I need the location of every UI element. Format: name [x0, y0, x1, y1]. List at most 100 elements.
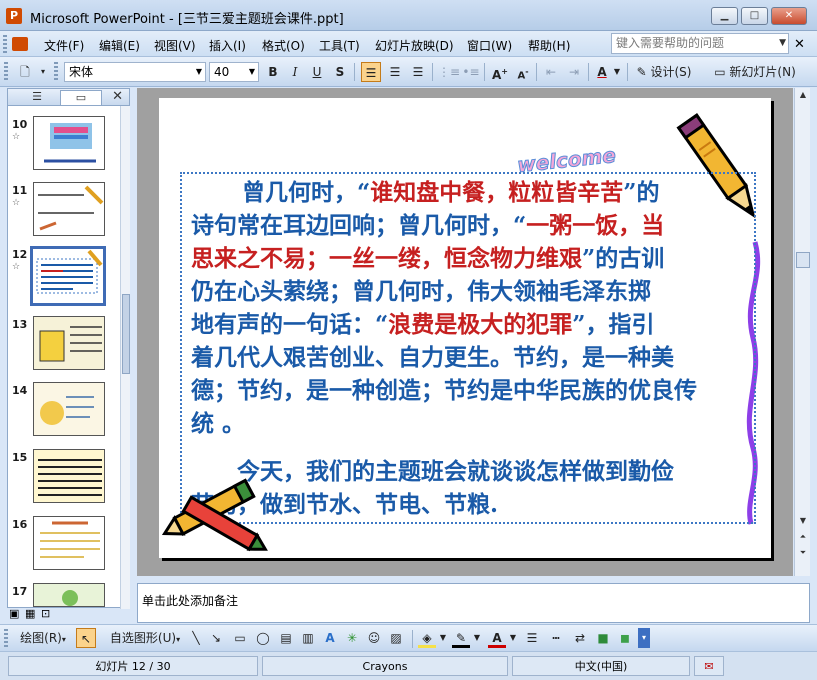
menu-file[interactable]: 文件(F) [44, 37, 84, 54]
arrow-tool-icon[interactable]: ↘ [208, 628, 224, 648]
insert-picture-icon[interactable]: ▨ [387, 628, 405, 648]
previous-slide-icon[interactable]: ⏶ [795, 530, 811, 544]
increase-font-size-icon[interactable]: A+ [490, 62, 510, 82]
font-color-dropdown-icon[interactable]: ▼ [612, 62, 622, 82]
minimize-button[interactable]: ▁ [711, 7, 738, 25]
slide-thumbnail-row[interactable]: 14 [8, 382, 118, 444]
underline-button[interactable]: U [308, 62, 326, 82]
document-menu-icon[interactable] [12, 37, 28, 51]
increase-indent-icon[interactable]: ⇥ [564, 62, 584, 82]
line-color-dropdown-icon[interactable]: ▼ [472, 628, 482, 648]
slide-thumbnail[interactable] [33, 449, 105, 503]
font-color-dropdown-icon[interactable]: ▼ [508, 628, 518, 648]
slide-thumbnail[interactable] [33, 516, 105, 570]
menu-insert[interactable]: 插入(I) [209, 37, 246, 54]
fill-color-icon[interactable]: ◈ [418, 628, 436, 648]
status-bar: 幻灯片 12 / 30 Crayons 中文(中国) ✉ [0, 651, 817, 680]
menu-view[interactable]: 视图(V) [154, 37, 196, 54]
font-name-select[interactable]: 宋体 ▼ [64, 62, 206, 82]
new-document-icon[interactable]: 🗋 [14, 62, 36, 82]
slides-pane: ☰ ▭ ✕ 10 ☆ 11 ☆ 12 ☆ 13 14 15 16 17 [7, 88, 130, 609]
menu-window[interactable]: 窗口(W) [467, 37, 512, 54]
current-slide[interactable]: welcome 曾几何时，“谁知盘中餐，粒粒皆辛苦”的 诗句常在耳边回响；曾几何… [159, 98, 771, 558]
chevron-down-icon[interactable]: ▼ [779, 34, 786, 53]
oval-tool-icon[interactable]: ◯ [253, 628, 273, 648]
slide-thumbnail-row[interactable]: 16 [8, 516, 118, 578]
menu-edit[interactable]: 编辑(E) [99, 37, 140, 54]
align-right-button[interactable]: ☰ [408, 62, 428, 82]
bullets-button[interactable]: •≡ [461, 62, 481, 82]
diagram-icon[interactable]: ✳ [343, 628, 361, 648]
slides-tab[interactable]: ▭ [60, 90, 102, 105]
slide-thumbnail-selected[interactable] [30, 246, 106, 306]
slide-sorter-view-icon[interactable]: ▦ [25, 607, 35, 620]
normal-view-icon[interactable]: ▣ [9, 607, 19, 620]
scrollbar-thumb[interactable] [796, 252, 810, 268]
slideshow-view-icon[interactable]: ⊡ [41, 607, 50, 620]
scrollbar-thumb[interactable] [122, 294, 130, 374]
autoshapes-menu-button[interactable]: 自选图形(U)▾ [104, 628, 186, 648]
align-center-button[interactable]: ☰ [385, 62, 405, 82]
menu-slideshow[interactable]: 幻灯片放映(D) [375, 37, 454, 54]
slide-thumbnail[interactable] [33, 583, 105, 607]
numbering-button[interactable]: ⋮≡ [438, 62, 460, 82]
notes-pane[interactable]: 单击此处添加备注 [137, 583, 810, 623]
italic-button[interactable]: I [286, 62, 304, 82]
toolbar-options-icon[interactable]: ▾ [38, 62, 48, 82]
font-color-icon[interactable]: A [488, 628, 506, 648]
next-slide-icon[interactable]: ⏷ [795, 546, 811, 560]
wordart-icon[interactable]: A [321, 628, 339, 648]
slide-thumbnail-row[interactable]: 11 ☆ [8, 182, 118, 244]
fill-color-dropdown-icon[interactable]: ▼ [438, 628, 448, 648]
scroll-up-arrow-icon[interactable]: ▲ [795, 88, 811, 102]
align-left-button[interactable]: ☰ [361, 62, 381, 82]
line-color-icon[interactable]: ✎ [452, 628, 470, 648]
close-icon[interactable]: ✕ [112, 89, 123, 104]
3d-style-icon[interactable]: ◼ [616, 628, 634, 648]
design-button[interactable]: ✎ 设计(S) [633, 62, 695, 82]
new-slide-button[interactable]: ▭ 新幻灯片(N) [697, 62, 813, 82]
bold-button[interactable]: B [264, 62, 282, 82]
slide-thumbnail[interactable] [33, 182, 105, 236]
slides-pane-scrollbar[interactable] [120, 106, 130, 609]
slide-thumbnail-row[interactable]: 13 [8, 316, 118, 378]
textbox-tool-icon[interactable]: ▤ [277, 628, 295, 648]
select-objects-arrow-icon[interactable]: ↖ [76, 628, 96, 648]
decrease-font-size-icon[interactable]: A- [513, 62, 533, 82]
slide-thumbnail[interactable] [33, 116, 105, 170]
help-search-input[interactable]: 键入需要帮助的问题 ▼ [611, 33, 789, 54]
menu-help[interactable]: 帮助(H) [528, 37, 570, 54]
dash-style-icon[interactable]: ┅ [546, 628, 566, 648]
font-color-icon[interactable]: A [593, 62, 611, 82]
slide-thumbnail-row[interactable]: 10 ☆ [8, 116, 118, 178]
text-run: ”的 [623, 179, 660, 206]
spelling-check-icon[interactable]: ✉ [694, 656, 724, 676]
slide-vertical-scrollbar[interactable]: ▲ ▼ ⏶ ⏷ [794, 88, 810, 576]
font-size-select[interactable]: 40 ▼ [209, 62, 259, 82]
outline-tab[interactable]: ☰ [18, 90, 56, 105]
document-close-icon[interactable]: ✕ [794, 37, 805, 52]
clipart-icon[interactable]: ☺ [365, 628, 383, 648]
menu-tools[interactable]: 工具(T) [319, 37, 360, 54]
slide-thumbnail[interactable] [33, 316, 105, 370]
scroll-down-arrow-icon[interactable]: ▼ [795, 514, 811, 528]
close-button[interactable]: ✕ [771, 7, 807, 25]
decrease-indent-icon[interactable]: ⇤ [541, 62, 561, 82]
toolbar-options-icon[interactable]: ▾ [638, 628, 650, 648]
line-tool-icon[interactable]: ╲ [188, 628, 204, 648]
shadow-style-icon[interactable]: ■ [594, 628, 612, 648]
slide-text-box[interactable]: 曾几何时，“谁知盘中餐，粒粒皆辛苦”的 诗句常在耳边回响；曾几何时，“一粥一饭，… [180, 172, 756, 524]
chevron-down-icon[interactable]: ▼ [196, 63, 202, 81]
arrow-style-icon[interactable]: ⇄ [570, 628, 590, 648]
menu-format[interactable]: 格式(O) [262, 37, 305, 54]
draw-menu-button[interactable]: 绘图(R)▾ [14, 628, 72, 648]
vertical-textbox-tool-icon[interactable]: ▥ [299, 628, 317, 648]
slide-thumbnail-row-selected[interactable]: 12 ☆ [8, 246, 118, 308]
maximize-button[interactable]: □ [741, 7, 768, 25]
chevron-down-icon[interactable]: ▼ [249, 63, 255, 81]
line-style-icon[interactable]: ☰ [522, 628, 542, 648]
slide-thumbnail[interactable] [33, 382, 105, 436]
shadow-button[interactable]: S [331, 62, 349, 82]
slide-thumbnail-row[interactable]: 15 [8, 449, 118, 511]
rectangle-tool-icon[interactable]: ▭ [230, 628, 250, 648]
